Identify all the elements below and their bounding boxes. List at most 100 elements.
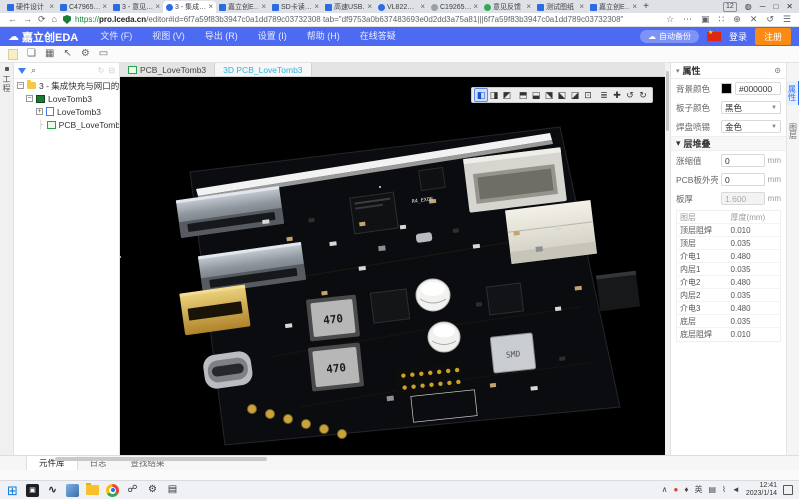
- dock-tab-layers[interactable]: 图层: [788, 119, 799, 143]
- view-back-button[interactable]: ⬓: [530, 89, 542, 101]
- menu-icon[interactable]: ☰: [783, 15, 791, 24]
- minimize-button[interactable]: ─: [760, 3, 766, 11]
- layers-button[interactable]: ≣: [598, 89, 610, 101]
- tree-node-schematic[interactable]: + LoveTomb3: [14, 105, 119, 118]
- keyboard-icon[interactable]: ▤: [708, 486, 716, 494]
- view-front-button[interactable]: ⬒: [517, 89, 529, 101]
- tab-close-icon[interactable]: ×: [632, 3, 637, 11]
- table-row[interactable]: 顶层0.035: [677, 237, 780, 250]
- browser-tab[interactable]: 测试图纸×: [534, 1, 587, 13]
- doc-tab-3d-active[interactable]: 3D PCB_LoveTomb3: [215, 63, 311, 76]
- table-row[interactable]: 内层20.035: [677, 289, 780, 302]
- volume-icon[interactable]: ◄: [732, 486, 740, 494]
- browser-tab[interactable]: 3 - 意见…×: [110, 1, 163, 13]
- project-dock-tab[interactable]: 工程: [1, 75, 12, 93]
- profile-avatar[interactable]: ◍: [745, 3, 752, 11]
- view-bottom-button[interactable]: ◩: [501, 89, 513, 101]
- tab-close-icon[interactable]: ×: [579, 3, 584, 11]
- pad-finish-select[interactable]: 金色▼: [721, 120, 781, 133]
- table-row[interactable]: 介电30.480: [677, 302, 780, 315]
- browser-tab[interactable]: 嘉立创E…×: [587, 1, 640, 13]
- filter-icon[interactable]: [18, 68, 26, 74]
- close-button[interactable]: ✕: [786, 3, 793, 11]
- expander-icon[interactable]: +: [36, 108, 43, 115]
- table-row[interactable]: 内层10.035: [677, 263, 780, 276]
- color-swatch[interactable]: [721, 83, 732, 94]
- rotate-left-button[interactable]: ↺: [624, 89, 636, 101]
- table-row[interactable]: 介电10.480: [677, 250, 780, 263]
- tree-node-project[interactable]: − 3 - 集成快充与网口的超高速USB3...: [14, 79, 119, 92]
- table-row[interactable]: 底层0.035: [677, 315, 780, 328]
- browser-tab[interactable]: 高速USB…×: [322, 1, 375, 13]
- browser-tab-active[interactable]: 3 - 集成…×: [163, 1, 216, 13]
- tree-node-pcb[interactable]: ├ PCB_LoveTomb3: [14, 118, 119, 131]
- settings-gear-icon[interactable]: ⚙: [146, 484, 159, 497]
- browser-tab[interactable]: C47965…×: [57, 1, 110, 13]
- collapse-caret-icon[interactable]: ▾: [676, 138, 681, 149]
- doc-tab-pcb[interactable]: PCB_LoveTomb3: [120, 63, 215, 76]
- browser-tab[interactable]: SD卡读…×: [269, 1, 322, 13]
- browser-tab[interactable]: C19265…×: [428, 1, 481, 13]
- view-top-button[interactable]: ◨: [488, 89, 500, 101]
- pinned-app-person[interactable]: ☍: [126, 484, 139, 497]
- pin-icon[interactable]: ⊕: [733, 15, 741, 24]
- menu-export[interactable]: 导出 (R): [197, 27, 246, 46]
- search-icon[interactable]: ⌕: [31, 66, 36, 75]
- tray-app-icon[interactable]: ●: [674, 486, 679, 494]
- dock-tab-properties[interactable]: 属性: [787, 81, 799, 105]
- expander-icon[interactable]: −: [26, 95, 33, 102]
- view-nw-button[interactable]: ⊡: [582, 89, 594, 101]
- forward-icon[interactable]: →: [23, 15, 32, 24]
- table-row[interactable]: 顶层阻焊0.010: [677, 224, 780, 237]
- horizontal-scrollbar[interactable]: [55, 457, 267, 461]
- shell-gap-input[interactable]: 0: [721, 173, 765, 186]
- pinned-app-misc[interactable]: ▤: [166, 484, 179, 497]
- maximize-button[interactable]: □: [773, 3, 778, 11]
- login-link[interactable]: 登录: [729, 30, 747, 43]
- refresh-icon[interactable]: ↻: [98, 67, 105, 75]
- menu-file[interactable]: 文件 (F): [92, 27, 140, 46]
- scrollbar-thumb[interactable]: [666, 71, 669, 131]
- save-icon[interactable]: ❏: [27, 49, 36, 59]
- bookmark-star-icon[interactable]: ☆: [666, 15, 674, 24]
- menu-help[interactable]: 帮助 (H): [299, 27, 348, 46]
- apps-grid-icon[interactable]: ∷: [719, 15, 725, 24]
- properties-header[interactable]: ▾ 属性 ⊙: [671, 63, 786, 79]
- tab-close-icon[interactable]: ×: [102, 3, 107, 11]
- microphone-icon[interactable]: ♦: [684, 486, 688, 494]
- reload-icon[interactable]: ⟳: [38, 15, 46, 24]
- ime-language-indicator[interactable]: 英: [694, 486, 702, 494]
- tab-close-icon[interactable]: ×: [155, 3, 160, 11]
- view-ne-button[interactable]: ◪: [569, 89, 581, 101]
- table-row[interactable]: 底层阻焊0.010: [677, 328, 780, 341]
- tab-close-icon[interactable]: ×: [208, 3, 213, 11]
- shrink-input[interactable]: 0: [721, 154, 765, 167]
- tab-close-icon[interactable]: ×: [261, 3, 266, 11]
- tab-close-icon[interactable]: ×: [473, 3, 478, 11]
- tree-node-board[interactable]: − LoveTomb3: [14, 92, 119, 105]
- file-explorer-icon[interactable]: [86, 485, 99, 495]
- gear-icon[interactable]: ⚙: [81, 49, 90, 59]
- pinned-app-photos[interactable]: [66, 484, 79, 497]
- history-icon[interactable]: ↺: [766, 15, 774, 24]
- view-right-button[interactable]: ⬕: [556, 89, 568, 101]
- wifi-icon[interactable]: ⌇: [722, 486, 726, 494]
- menu-settings[interactable]: 设置 (I): [250, 27, 295, 46]
- vertical-scrollbar[interactable]: [665, 63, 670, 455]
- expander-icon[interactable]: −: [17, 82, 24, 89]
- pinned-app-dark[interactable]: ▣: [26, 484, 39, 497]
- tab-close-icon[interactable]: ×: [367, 3, 372, 11]
- 3d-viewport[interactable]: 470 470 SMD: [120, 77, 665, 455]
- extension-icon[interactable]: ▣: [701, 15, 710, 24]
- display-icon[interactable]: ▭: [99, 49, 108, 59]
- browser-tab[interactable]: VL822…×: [375, 1, 428, 13]
- menu-view[interactable]: 视图 (V): [144, 27, 193, 46]
- view-left-button[interactable]: ⬔: [543, 89, 555, 101]
- browser-tab[interactable]: 意见反馈×: [481, 1, 534, 13]
- image-export-icon[interactable]: ▦: [45, 49, 54, 59]
- rotate-right-button[interactable]: ↻: [637, 89, 649, 101]
- menu-support[interactable]: 在线答疑: [352, 27, 404, 46]
- more-icon[interactable]: ⋯: [683, 15, 692, 24]
- tab-close-icon[interactable]: ×: [420, 3, 425, 11]
- view-isometric-button[interactable]: ◧: [475, 89, 487, 101]
